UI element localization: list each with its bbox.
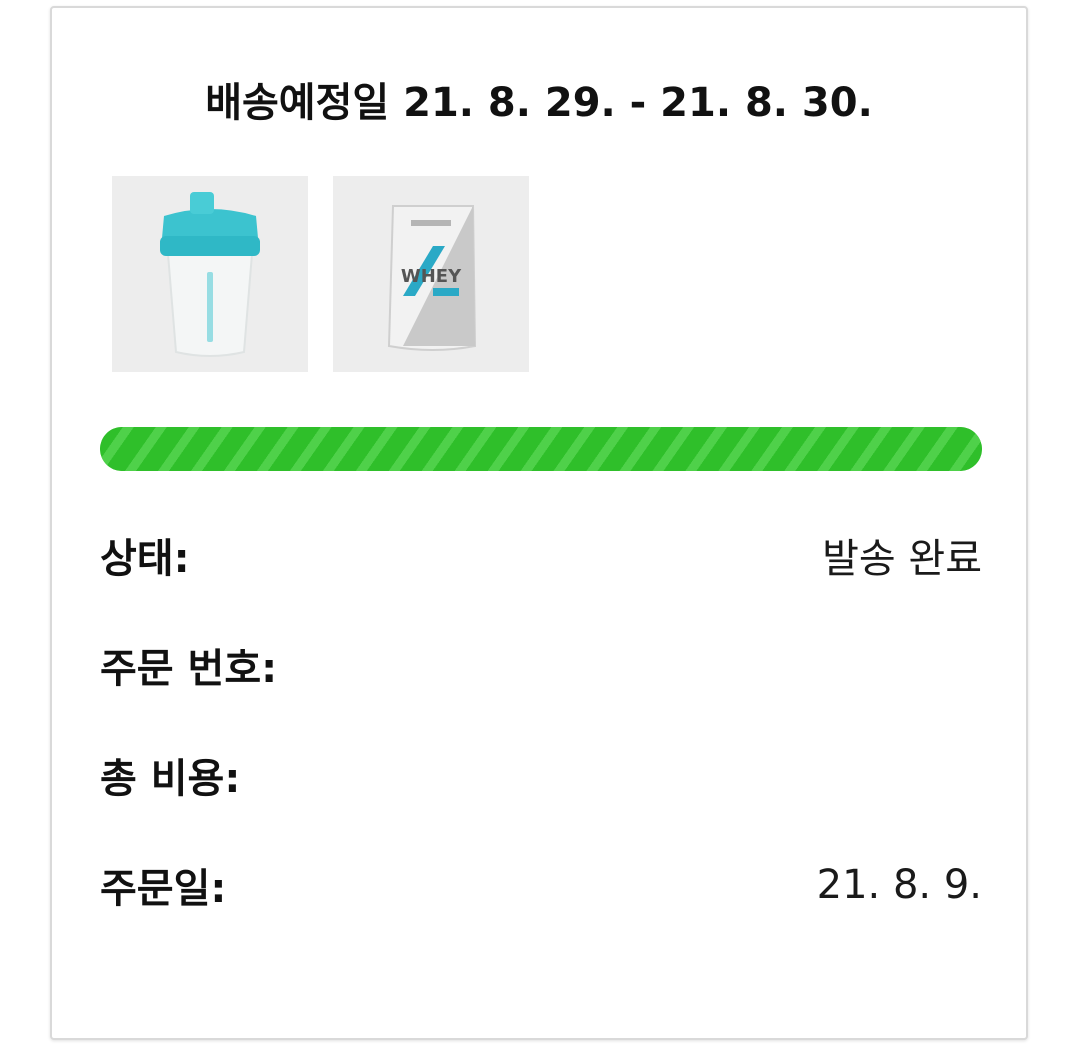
product-thumbnail-shaker[interactable]	[112, 176, 308, 372]
order-date-row: 주문일: 21. 8. 9.	[100, 857, 982, 913]
shipment-card: 배송예정일 21. 8. 29. - 21. 8. 30. WHEY 상태: 발…	[50, 6, 1028, 1040]
product-thumbnail-whey[interactable]: WHEY	[333, 176, 529, 372]
status-value: 발송 완료	[822, 536, 982, 582]
delivery-progress-fill	[100, 427, 982, 471]
status-label: 상태:	[100, 536, 190, 582]
total-cost-label: 총 비용:	[100, 756, 241, 802]
status-row: 상태: 발송 완료	[100, 527, 982, 583]
order-number-label: 주문 번호:	[100, 646, 278, 692]
order-date-label: 주문일:	[100, 866, 227, 912]
delivery-estimate-title: 배송예정일 21. 8. 29. - 21. 8. 30.	[205, 80, 873, 126]
whey-pouch-image: WHEY	[333, 176, 529, 372]
order-number-row: 주문 번호:	[100, 637, 982, 693]
delivery-progress-bar	[100, 427, 982, 471]
pouch-package-text: WHEY	[401, 266, 462, 287]
total-cost-row: 총 비용:	[100, 747, 982, 803]
order-date-value: 21. 8. 9.	[816, 862, 982, 908]
shaker-bottle-image	[112, 176, 308, 372]
